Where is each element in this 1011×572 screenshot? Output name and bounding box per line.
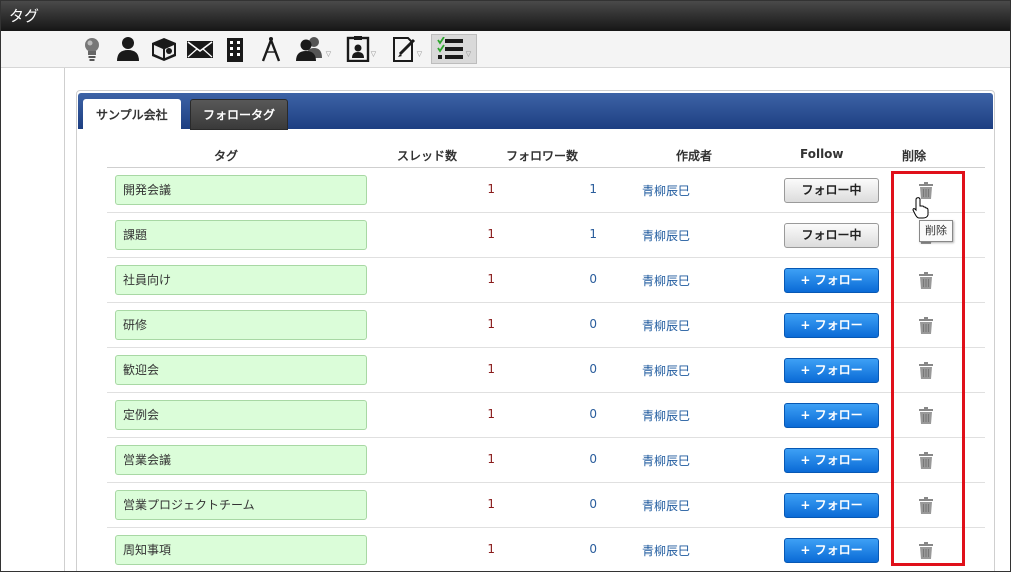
user-icon[interactable] — [115, 34, 141, 64]
tag-name[interactable]: 歓迎会 — [115, 355, 367, 385]
column-header-follow: Follow — [800, 147, 844, 161]
thread-count: 1 — [487, 227, 495, 241]
table-row: 営業プロジェクトチーム 1 0 青柳辰巳 + フォロー — [107, 483, 985, 528]
creator-link[interactable]: 青柳辰巳 — [642, 362, 690, 379]
creator-link[interactable]: 青柳辰巳 — [642, 407, 690, 424]
follower-count[interactable]: 0 — [557, 497, 597, 511]
creator-link[interactable]: 青柳辰巳 — [642, 182, 690, 199]
follow-button[interactable]: + フォロー — [784, 538, 879, 563]
creator-link[interactable]: 青柳辰巳 — [642, 272, 690, 289]
tag-name[interactable]: 課題 — [115, 220, 367, 250]
creator-link[interactable]: 青柳辰巳 — [642, 227, 690, 244]
table-row: 営業会議 1 0 青柳辰巳 + フォロー — [107, 438, 985, 483]
chevron-down-icon: ▽ — [465, 50, 472, 58]
thread-count: 1 — [487, 452, 495, 466]
follower-count[interactable]: 0 — [557, 272, 597, 286]
thread-count: 1 — [487, 362, 495, 376]
column-header-followers: フォロワー数 — [506, 149, 579, 163]
tab-sample-company[interactable]: サンプル会社 — [83, 99, 181, 130]
app-window: タグ ▽ ▽ ▽ ▽ サンプル会社 フォロータグ タグ スレッド数 フォロワー数… — [0, 0, 1011, 572]
follow-button[interactable]: + フォロー — [784, 448, 879, 473]
following-button[interactable]: フォロー中 — [784, 178, 879, 203]
follower-count[interactable]: 1 — [557, 182, 597, 196]
follow-button[interactable]: + フォロー — [784, 403, 879, 428]
follower-count[interactable]: 0 — [557, 317, 597, 331]
checklist-icon[interactable]: ▽ — [431, 34, 477, 64]
lightbulb-icon[interactable] — [81, 34, 103, 64]
package-icon[interactable] — [149, 34, 179, 64]
tag-name[interactable]: 社員向け — [115, 265, 367, 295]
chevron-down-icon: ▽ — [416, 50, 423, 58]
hand-cursor-icon — [912, 197, 930, 222]
window-title: タグ — [1, 1, 1010, 31]
tag-name[interactable]: 営業会議 — [115, 445, 367, 475]
toolbar: ▽ ▽ ▽ ▽ — [1, 31, 1010, 68]
column-header-delete: 削除 — [902, 149, 927, 163]
clipboard-user-icon[interactable]: ▽ — [341, 34, 381, 64]
table-row: 歓迎会 1 0 青柳辰巳 + フォロー — [107, 348, 985, 393]
table-row: 周知事項 1 0 青柳辰巳 + フォロー — [107, 528, 985, 571]
thread-count: 1 — [487, 182, 495, 196]
table-row: 社員向け 1 0 青柳辰巳 + フォロー — [107, 258, 985, 303]
tab-follow-tags[interactable]: フォロータグ — [190, 99, 289, 130]
follower-count[interactable]: 0 — [557, 362, 597, 376]
tag-name[interactable]: 研修 — [115, 310, 367, 340]
chevron-down-icon: ▽ — [325, 50, 332, 58]
follower-count[interactable]: 1 — [557, 227, 597, 241]
tab-bar: サンプル会社 フォロータグ — [78, 93, 993, 130]
tag-name[interactable]: 営業プロジェクトチーム — [115, 490, 367, 520]
tag-panel: サンプル会社 フォロータグ タグ スレッド数 フォロワー数 作成者 Follow… — [76, 90, 995, 571]
compass-icon[interactable] — [259, 34, 283, 64]
users-icon[interactable]: ▽ — [293, 34, 333, 64]
table-row: 課題 1 1 青柳辰巳 フォロー中 — [107, 213, 985, 258]
creator-link[interactable]: 青柳辰巳 — [642, 542, 690, 559]
follow-button[interactable]: + フォロー — [784, 493, 879, 518]
table-row: 開発会議 1 1 青柳辰巳 フォロー中 — [107, 168, 985, 213]
follower-count[interactable]: 0 — [557, 407, 597, 421]
building-icon[interactable] — [223, 34, 247, 64]
column-header-tag: タグ — [214, 149, 239, 163]
mail-icon[interactable] — [185, 34, 215, 64]
tag-name[interactable]: 開発会議 — [115, 175, 367, 205]
follower-count[interactable]: 0 — [557, 542, 597, 556]
tag-name[interactable]: 周知事項 — [115, 535, 367, 565]
table-row: 定例会 1 0 青柳辰巳 + フォロー — [107, 393, 985, 438]
thread-count: 1 — [487, 272, 495, 286]
column-header-creator: 作成者 — [676, 149, 713, 163]
creator-link[interactable]: 青柳辰巳 — [642, 497, 690, 514]
follow-button[interactable]: + フォロー — [784, 313, 879, 338]
thread-count: 1 — [487, 542, 495, 556]
creator-link[interactable]: 青柳辰巳 — [642, 452, 690, 469]
tag-name[interactable]: 定例会 — [115, 400, 367, 430]
chevron-down-icon: ▽ — [370, 50, 377, 58]
column-header-threads: スレッド数 — [397, 149, 458, 163]
thread-count: 1 — [487, 317, 495, 331]
follower-count[interactable]: 0 — [557, 452, 597, 466]
follow-button[interactable]: + フォロー — [784, 358, 879, 383]
creator-link[interactable]: 青柳辰巳 — [642, 317, 690, 334]
thread-count: 1 — [487, 497, 495, 511]
follow-button[interactable]: + フォロー — [784, 268, 879, 293]
following-button[interactable]: フォロー中 — [784, 223, 879, 248]
main-content: サンプル会社 フォロータグ タグ スレッド数 フォロワー数 作成者 Follow… — [64, 68, 1010, 571]
thread-count: 1 — [487, 407, 495, 421]
table-row: 研修 1 0 青柳辰巳 + フォロー — [107, 303, 985, 348]
delete-tooltip: 削除 — [919, 220, 953, 242]
document-edit-icon[interactable]: ▽ — [387, 34, 427, 64]
